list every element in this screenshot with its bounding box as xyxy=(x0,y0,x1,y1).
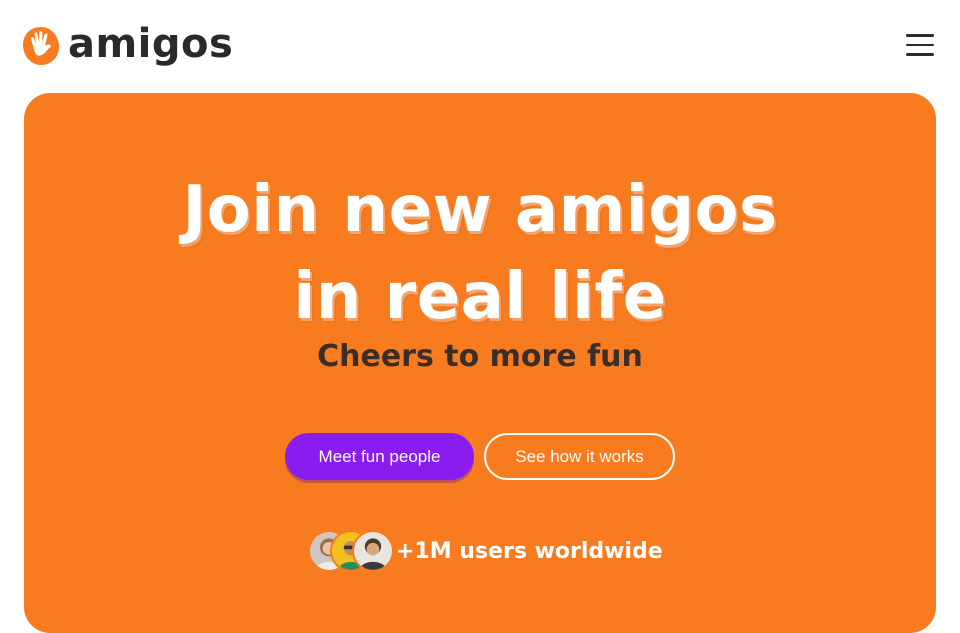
users-count-text: +1M users worldwide xyxy=(396,538,663,564)
social-proof: +1M users worldwide xyxy=(308,529,665,573)
hero-title: Join new amigos in real life xyxy=(24,167,936,341)
see-how-it-works-button[interactable]: See how it works xyxy=(484,433,675,480)
meet-fun-people-button[interactable]: Meet fun people xyxy=(285,433,474,480)
hamburger-menu-icon xyxy=(906,34,934,37)
hero-title-line-2: in real life xyxy=(293,260,667,334)
hero-section: Join new amigos in real life Cheers to m… xyxy=(24,93,936,633)
brand-name: amigos xyxy=(68,21,234,67)
amigos-logo[interactable]: amigos xyxy=(22,20,233,72)
hero-title-line-1: Join new amigos xyxy=(182,173,778,247)
hero-subtitle: Cheers to more fun xyxy=(317,339,643,374)
hamburger-menu-button[interactable] xyxy=(904,34,936,60)
avatar xyxy=(352,530,394,572)
waving-hand-icon xyxy=(23,27,59,65)
user-avatars xyxy=(308,529,398,573)
site-header: amigos xyxy=(0,0,960,92)
